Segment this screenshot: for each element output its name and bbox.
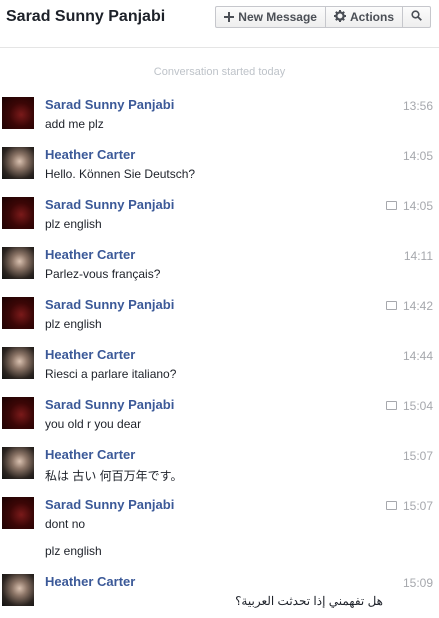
message-text: plz english bbox=[45, 217, 102, 231]
message-text: هل تفهمني إذا تحدثت العربية؟ bbox=[235, 594, 383, 608]
message-text: Riesci a parlare italiano? bbox=[45, 367, 177, 381]
message-text: plz english bbox=[45, 317, 102, 331]
message-time: 15:07 bbox=[385, 499, 433, 513]
sender-name[interactable]: Sarad Sunny Panjabi bbox=[45, 497, 174, 512]
avatar[interactable] bbox=[2, 197, 34, 229]
message-time: 14:44 bbox=[403, 349, 433, 363]
message-timestamp: 14:05 bbox=[402, 199, 433, 213]
message-timestamp: 14:05 bbox=[402, 149, 433, 163]
message-timestamp: 15:07 bbox=[402, 499, 433, 513]
message-text: you old r you dear bbox=[45, 417, 142, 431]
sender-name[interactable]: Heather Carter bbox=[45, 247, 135, 262]
gear-icon bbox=[333, 9, 346, 25]
avatar[interactable] bbox=[2, 347, 34, 379]
message-text: dont no bbox=[45, 517, 86, 531]
sender-name[interactable]: Sarad Sunny Panjabi bbox=[45, 197, 174, 212]
seen-icon bbox=[385, 401, 397, 411]
message-time: 15:07 bbox=[403, 449, 433, 463]
message-timestamp: 15:04 bbox=[402, 399, 433, 413]
avatar[interactable] bbox=[2, 297, 34, 329]
sender-name[interactable]: Heather Carter bbox=[45, 347, 135, 362]
message-text: Parlez-vous français? bbox=[45, 267, 161, 281]
message-timestamp: 13:56 bbox=[402, 99, 433, 113]
sender-name[interactable]: Heather Carter bbox=[45, 447, 135, 462]
actions-label: Actions bbox=[349, 10, 394, 24]
new-message-label: New Message bbox=[238, 10, 317, 24]
message-time: 14:05 bbox=[385, 199, 433, 213]
message-text: Hello. Können Sie Deutsch? bbox=[45, 167, 196, 181]
message-timestamp: 14:44 bbox=[402, 349, 433, 363]
avatar[interactable] bbox=[2, 574, 34, 606]
seen-icon bbox=[385, 301, 397, 311]
message-timestamp: 15:09 bbox=[402, 576, 433, 590]
message-text: add me plz bbox=[45, 117, 104, 131]
sender-name[interactable]: Heather Carter bbox=[45, 574, 135, 589]
message-time: 13:56 bbox=[403, 99, 433, 113]
message-time: 15:09 bbox=[403, 576, 433, 590]
search-icon bbox=[411, 10, 422, 24]
actions-button[interactable]: Actions bbox=[325, 6, 403, 28]
message-text: 私は 古い 何百万年です。 bbox=[45, 469, 183, 483]
avatar[interactable] bbox=[2, 247, 34, 279]
avatar[interactable] bbox=[2, 397, 34, 429]
new-message-button[interactable]: New Message bbox=[215, 6, 326, 28]
message-time: 15:04 bbox=[385, 399, 433, 413]
message-timestamp: 15:07 bbox=[402, 449, 433, 463]
avatar[interactable] bbox=[2, 147, 34, 179]
avatar[interactable] bbox=[2, 97, 34, 129]
seen-icon bbox=[385, 201, 397, 211]
search-button[interactable] bbox=[403, 6, 431, 28]
sender-name[interactable]: Sarad Sunny Panjabi bbox=[45, 297, 174, 312]
message-timestamp: 14:11 bbox=[403, 249, 433, 263]
toolbar: New Message Actions bbox=[215, 6, 431, 28]
sender-name[interactable]: Heather Carter bbox=[45, 147, 135, 162]
message-text: plz english bbox=[45, 544, 102, 558]
conversation-title: Sarad Sunny Panjabi bbox=[6, 8, 166, 25]
message-timestamp: 14:42 bbox=[402, 299, 433, 313]
conversation-header: Sarad Sunny Panjabi New Message Actions bbox=[0, 0, 439, 48]
message-time: 14:11 bbox=[404, 249, 433, 263]
sender-name[interactable]: Sarad Sunny Panjabi bbox=[45, 97, 174, 112]
sender-name[interactable]: Sarad Sunny Panjabi bbox=[45, 397, 174, 412]
conversation-started-label: Conversation started today bbox=[153, 66, 286, 78]
seen-icon bbox=[385, 501, 397, 511]
message-time: 14:05 bbox=[403, 149, 433, 163]
plus-icon bbox=[224, 10, 235, 25]
message-time: 14:42 bbox=[385, 299, 433, 313]
avatar[interactable] bbox=[2, 447, 34, 479]
avatar[interactable] bbox=[2, 497, 34, 529]
